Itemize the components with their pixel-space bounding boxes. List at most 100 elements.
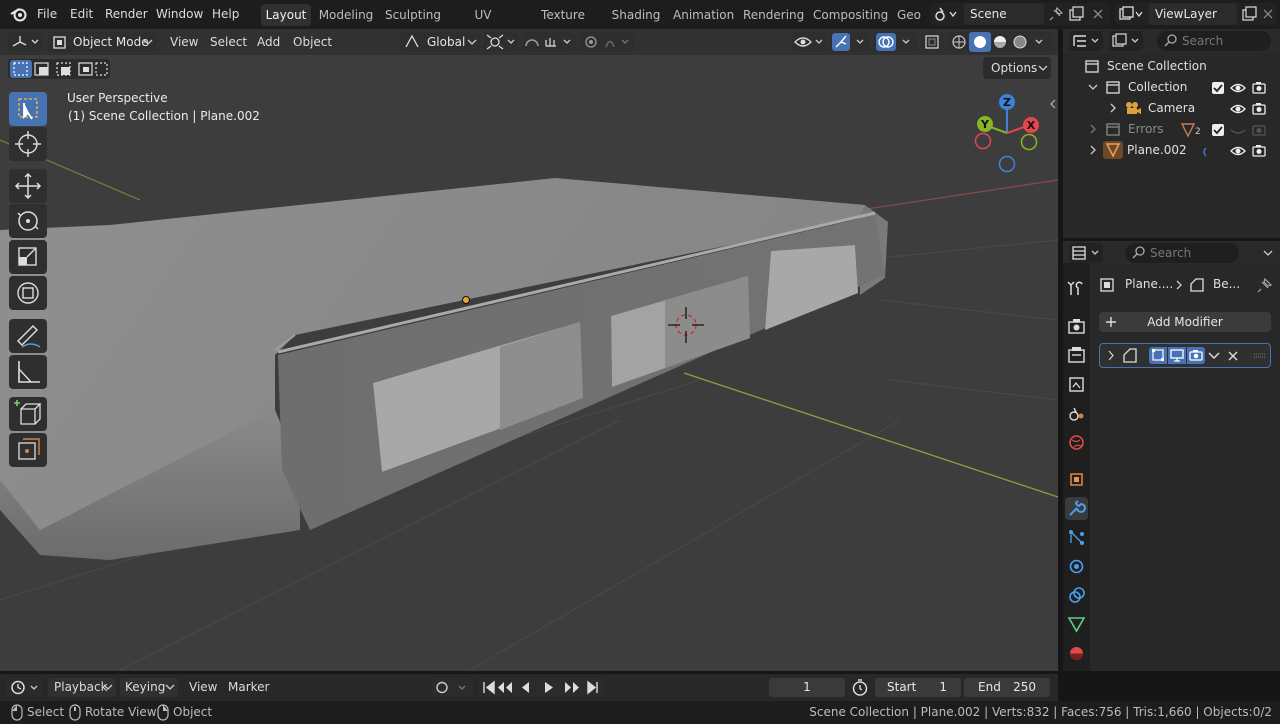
chevron-down-icon[interactable] bbox=[1261, 241, 1275, 265]
view-layer-name[interactable]: ViewLayer bbox=[1149, 3, 1237, 25]
tab-scene[interactable] bbox=[1065, 402, 1088, 425]
tool-transform-object[interactable] bbox=[9, 433, 47, 467]
camera-render-icon[interactable] bbox=[1252, 144, 1266, 158]
pin-icon[interactable] bbox=[1257, 277, 1273, 293]
expand-chevron-right-icon[interactable] bbox=[1108, 98, 1118, 119]
tab-physics[interactable] bbox=[1065, 555, 1088, 578]
chevron-down-icon[interactable] bbox=[1206, 344, 1222, 367]
workspace-tab-sculpting[interactable]: Sculpting bbox=[384, 4, 442, 26]
mode-dropdown[interactable]: Object Mode bbox=[48, 32, 156, 52]
pin-icon[interactable] bbox=[1048, 6, 1064, 22]
end-frame-field[interactable]: End 250 bbox=[964, 678, 1050, 697]
xray-toggle[interactable] bbox=[922, 32, 944, 52]
close-view-layer-icon[interactable] bbox=[1261, 6, 1275, 22]
menu-render[interactable]: Render bbox=[105, 0, 148, 29]
tab-object[interactable] bbox=[1065, 468, 1088, 491]
workspace-tab-rendering[interactable]: Rendering bbox=[743, 4, 804, 26]
tab-output[interactable] bbox=[1065, 344, 1088, 367]
workspace-tab-layout[interactable]: Layout bbox=[261, 4, 311, 26]
current-frame-field[interactable]: 1 bbox=[769, 678, 845, 697]
playback-controls[interactable] bbox=[479, 678, 605, 697]
display-mode-button[interactable] bbox=[1109, 31, 1143, 51]
timeline-menu-view[interactable]: View bbox=[189, 676, 217, 699]
checkbox-checked-icon[interactable] bbox=[1211, 123, 1225, 137]
menu-file[interactable]: File bbox=[37, 0, 57, 29]
tool-cursor[interactable] bbox=[9, 127, 47, 161]
tool-move[interactable] bbox=[9, 169, 47, 203]
tool-scale[interactable] bbox=[9, 240, 47, 274]
menu-view[interactable]: View bbox=[170, 31, 198, 53]
tab-material[interactable] bbox=[1065, 642, 1088, 665]
tab-render[interactable] bbox=[1065, 315, 1088, 338]
new-scene-icon[interactable] bbox=[1068, 6, 1084, 22]
menu-select[interactable]: Select bbox=[210, 31, 247, 53]
expand-chevron-right-icon[interactable] bbox=[1088, 140, 1098, 161]
shading-mode-group[interactable] bbox=[948, 32, 1052, 52]
transform-orientation-dropdown[interactable]: Global bbox=[400, 32, 480, 52]
properties-search-field[interactable]: Search bbox=[1125, 243, 1239, 263]
tool-measure[interactable] bbox=[9, 355, 47, 389]
tab-data[interactable] bbox=[1065, 613, 1088, 636]
tool-select-box[interactable] bbox=[9, 92, 47, 126]
gizmo-toggle[interactable] bbox=[830, 32, 870, 52]
auto-keying-toggle[interactable] bbox=[431, 678, 473, 697]
modifier-viewport-toggle[interactable] bbox=[1168, 347, 1186, 364]
start-frame-field[interactable]: Start 1 bbox=[875, 678, 961, 697]
proportional-editing-toggle[interactable] bbox=[580, 32, 634, 52]
outliner-row-camera[interactable]: Camera bbox=[1063, 98, 1280, 119]
blender-logo-icon[interactable] bbox=[10, 5, 28, 23]
playback-menu[interactable]: Playback bbox=[48, 678, 116, 697]
modifier-panel-bevel[interactable] bbox=[1099, 343, 1271, 368]
tool-add-cube[interactable] bbox=[9, 397, 47, 431]
workspace-tab-geo[interactable]: Geo bbox=[897, 4, 925, 26]
outliner-editor-type-button[interactable] bbox=[1069, 31, 1103, 51]
outliner-row-collection[interactable]: Collection bbox=[1063, 77, 1280, 98]
properties-editor-type-button[interactable] bbox=[1069, 243, 1103, 263]
outliner-row-errors[interactable]: Errors 2 bbox=[1063, 119, 1280, 140]
workspace-tab-animation[interactable]: Animation bbox=[673, 4, 734, 26]
workspace-tab-uv-editing[interactable]: UV Editing bbox=[453, 4, 513, 44]
drag-handle-icon[interactable] bbox=[1252, 344, 1268, 367]
workspace-tab-compositing[interactable]: Compositing bbox=[813, 4, 888, 26]
expand-chevron-right-icon[interactable] bbox=[1105, 344, 1117, 367]
workspace-tab-modeling[interactable]: Modeling bbox=[318, 4, 374, 26]
scene-selector[interactable]: Scene bbox=[930, 3, 1110, 25]
snap-toggle[interactable] bbox=[522, 32, 576, 52]
workspace-tab-shading[interactable]: Shading bbox=[611, 4, 661, 26]
expand-chevron-down-icon[interactable] bbox=[1088, 77, 1098, 98]
tool-rotate[interactable] bbox=[9, 204, 47, 238]
camera-render-icon[interactable] bbox=[1252, 81, 1266, 95]
eye-icon[interactable] bbox=[1230, 144, 1246, 158]
overlays-toggle[interactable] bbox=[874, 32, 918, 52]
object-origin-dot[interactable] bbox=[462, 296, 470, 304]
viewport-scene[interactable] bbox=[0, 29, 1058, 671]
tool-annotate[interactable] bbox=[9, 319, 47, 353]
selection-mode-group[interactable] bbox=[8, 59, 110, 79]
editor-type-button[interactable] bbox=[8, 32, 42, 52]
scene-name[interactable]: Scene bbox=[964, 3, 1044, 25]
modifier-editmode-toggle[interactable] bbox=[1149, 347, 1167, 364]
camera-render-icon[interactable] bbox=[1252, 102, 1266, 116]
collapse-sidebar-icon[interactable] bbox=[1048, 97, 1058, 111]
eye-hidden-icon[interactable] bbox=[1230, 123, 1246, 137]
timeline-menu-marker[interactable]: Marker bbox=[228, 676, 269, 699]
tab-modifiers[interactable] bbox=[1065, 497, 1088, 520]
visibility-dropdown[interactable] bbox=[792, 32, 826, 52]
outliner-row-scene-collection[interactable]: Scene Collection bbox=[1063, 56, 1280, 77]
tab-view-layer[interactable] bbox=[1065, 373, 1088, 396]
menu-edit[interactable]: Edit bbox=[70, 0, 93, 29]
pivot-point-dropdown[interactable] bbox=[484, 32, 518, 52]
eye-icon[interactable] bbox=[1230, 102, 1246, 116]
navigation-gizmo[interactable]: Z Y X bbox=[970, 91, 1046, 175]
camera-render-icon[interactable] bbox=[1252, 123, 1266, 137]
tool-transform[interactable] bbox=[9, 276, 47, 310]
close-icon[interactable] bbox=[1225, 344, 1241, 367]
menu-help[interactable]: Help bbox=[212, 0, 239, 29]
modifier-render-toggle[interactable] bbox=[1187, 347, 1205, 364]
menu-window[interactable]: Window bbox=[156, 0, 203, 29]
menu-object[interactable]: Object bbox=[293, 31, 332, 53]
timeline-editor-type-button[interactable] bbox=[6, 678, 42, 697]
tab-particles[interactable] bbox=[1065, 526, 1088, 549]
outliner-row-plane[interactable]: Plane.002 bbox=[1063, 140, 1280, 161]
stopwatch-icon[interactable] bbox=[849, 676, 871, 699]
